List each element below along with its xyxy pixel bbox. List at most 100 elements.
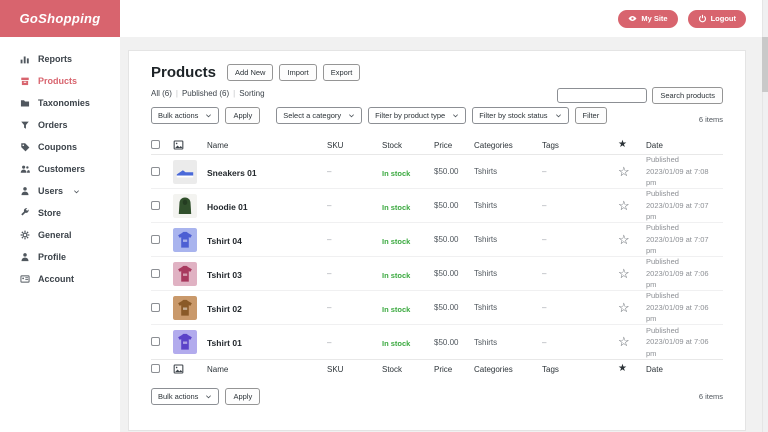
sidebar-item-users[interactable]: Users: [0, 180, 120, 202]
star-outline-icon[interactable]: ☆: [618, 198, 630, 213]
tag-icon: [20, 142, 30, 152]
categories-value[interactable]: Tshirts: [474, 235, 542, 244]
row-checkbox[interactable]: [151, 167, 160, 176]
scrollbar-thumb[interactable]: [762, 37, 768, 92]
column-header-price[interactable]: Price: [434, 141, 474, 150]
price-value: $50.00: [434, 167, 474, 176]
product-thumbnail[interactable]: [173, 160, 201, 184]
column-header-date[interactable]: Date: [646, 365, 723, 374]
products-table: NameSKUStockPriceCategoriesTags★Date Sne…: [151, 136, 723, 378]
date-cell: Published2023/01/09 at 7:06 pm: [646, 256, 723, 291]
categories-value[interactable]: Tshirts: [474, 167, 542, 176]
apply-button-bottom[interactable]: Apply: [225, 388, 260, 405]
export-button[interactable]: Export: [323, 64, 361, 81]
view-published-link[interactable]: Published (6): [182, 89, 229, 98]
product-type-select[interactable]: Filter by product type: [368, 107, 466, 124]
product-name-link[interactable]: Tshirt 02: [207, 304, 242, 314]
row-checkbox[interactable]: [151, 235, 160, 244]
bulk-actions-select-bottom[interactable]: Bulk actions: [151, 388, 219, 405]
star-outline-icon[interactable]: ☆: [618, 164, 630, 179]
product-name-link[interactable]: Tshirt 01: [207, 338, 242, 348]
row-checkbox[interactable]: [151, 269, 160, 278]
stock-status-select[interactable]: Filter by stock status: [472, 107, 568, 124]
product-name-link[interactable]: Tshirt 04: [207, 236, 242, 246]
import-button[interactable]: Import: [279, 64, 316, 81]
sidebar-item-account[interactable]: Account: [0, 268, 120, 290]
sidebar-item-general[interactable]: General: [0, 224, 120, 246]
star-outline-icon[interactable]: ☆: [618, 300, 630, 315]
filter-button[interactable]: Filter: [575, 107, 608, 124]
price-value: $50.00: [434, 235, 474, 244]
row-checkbox[interactable]: [151, 337, 160, 346]
column-header-sku[interactable]: SKU: [327, 141, 382, 150]
user-icon: [20, 186, 30, 196]
chevron-down-icon: [205, 393, 212, 400]
product-name-link[interactable]: Sneakers 01: [207, 168, 257, 178]
featured-star-icon[interactable]: ★: [618, 363, 627, 374]
add-new-button[interactable]: Add New: [227, 64, 273, 81]
view-sorting-link[interactable]: Sorting: [239, 89, 264, 98]
sku-value: –: [327, 269, 382, 278]
wrench-icon: [20, 208, 30, 218]
product-thumbnail[interactable]: [173, 296, 201, 320]
column-header-sku[interactable]: SKU: [327, 365, 382, 374]
categories-value[interactable]: Tshirts: [474, 303, 542, 312]
view-all-link[interactable]: All (6): [151, 89, 172, 98]
scrollbar-track[interactable]: [762, 0, 768, 432]
bulk-actions-select[interactable]: Bulk actions: [151, 107, 219, 124]
table-row: Tshirt 04–In stock$50.00Tshirts–☆Publish…: [151, 223, 723, 257]
logout-button[interactable]: Logout: [688, 10, 746, 28]
sidebar-item-customers[interactable]: Customers: [0, 158, 120, 180]
price-value: $50.00: [434, 338, 474, 347]
sidebar-item-reports[interactable]: Reports: [0, 48, 120, 70]
search-products-button[interactable]: Search products: [652, 87, 723, 104]
column-header-date[interactable]: Date: [646, 141, 723, 150]
media-icon: [173, 140, 201, 150]
sidebar-item-store[interactable]: Store: [0, 202, 120, 224]
star-outline-icon[interactable]: ☆: [618, 266, 630, 281]
product-thumbnail[interactable]: [173, 262, 201, 286]
row-checkbox[interactable]: [151, 303, 160, 312]
tags-value: –: [542, 303, 618, 312]
product-name-link[interactable]: Tshirt 03: [207, 270, 242, 280]
categories-value[interactable]: Tshirts: [474, 269, 542, 278]
sidebar-item-profile[interactable]: Profile: [0, 246, 120, 268]
tags-value: –: [542, 235, 618, 244]
apply-button[interactable]: Apply: [225, 107, 260, 124]
category-select[interactable]: Select a category: [276, 107, 362, 124]
column-header-price[interactable]: Price: [434, 365, 474, 374]
sidebar-item-taxonomies[interactable]: Taxonomies: [0, 92, 120, 114]
page-title: Products: [151, 64, 216, 81]
star-outline-icon[interactable]: ☆: [618, 232, 630, 247]
table-row: Tshirt 01–In stock$50.00Tshirts–☆Publish…: [151, 325, 723, 359]
eye-icon: [628, 14, 637, 23]
sidebar-nav: ReportsProductsTaxonomiesOrdersCouponsCu…: [0, 37, 120, 432]
sku-value: –: [327, 338, 382, 347]
date-cell: Published2023/01/09 at 7:07 pm: [646, 222, 723, 257]
sidebar-item-coupons[interactable]: Coupons: [0, 136, 120, 158]
product-name-link[interactable]: Hoodie 01: [207, 202, 248, 212]
categories-value[interactable]: Tshirts: [474, 338, 542, 347]
date-cell: Published2023/01/09 at 7:07 pm: [646, 188, 723, 223]
sidebar-item-orders[interactable]: Orders: [0, 114, 120, 136]
product-thumbnail[interactable]: [173, 228, 201, 252]
product-thumbnail[interactable]: [173, 330, 201, 354]
categories-value[interactable]: Tshirts: [474, 201, 542, 210]
column-header-tags: Tags: [542, 365, 618, 374]
row-checkbox[interactable]: [151, 201, 160, 210]
column-header-name[interactable]: Name: [207, 365, 327, 374]
chevron-down-icon: [73, 188, 80, 195]
featured-star-icon[interactable]: ★: [618, 139, 627, 150]
search-input[interactable]: [557, 88, 647, 103]
column-header-name[interactable]: Name: [207, 141, 327, 150]
items-count-bottom: 6 items: [699, 392, 723, 401]
my-site-button[interactable]: My Site: [618, 10, 677, 28]
table-header-row: NameSKUStockPriceCategoriesTags★Date: [151, 136, 723, 155]
select-all-checkbox[interactable]: [151, 140, 160, 149]
product-thumbnail[interactable]: [173, 194, 201, 218]
table-row: Hoodie 01–In stock$50.00Tshirts–☆Publish…: [151, 189, 723, 223]
select-all-checkbox[interactable]: [151, 364, 160, 373]
app-logo: GoShopping: [0, 0, 120, 37]
sidebar-item-products[interactable]: Products: [0, 70, 120, 92]
star-outline-icon[interactable]: ☆: [618, 334, 630, 349]
